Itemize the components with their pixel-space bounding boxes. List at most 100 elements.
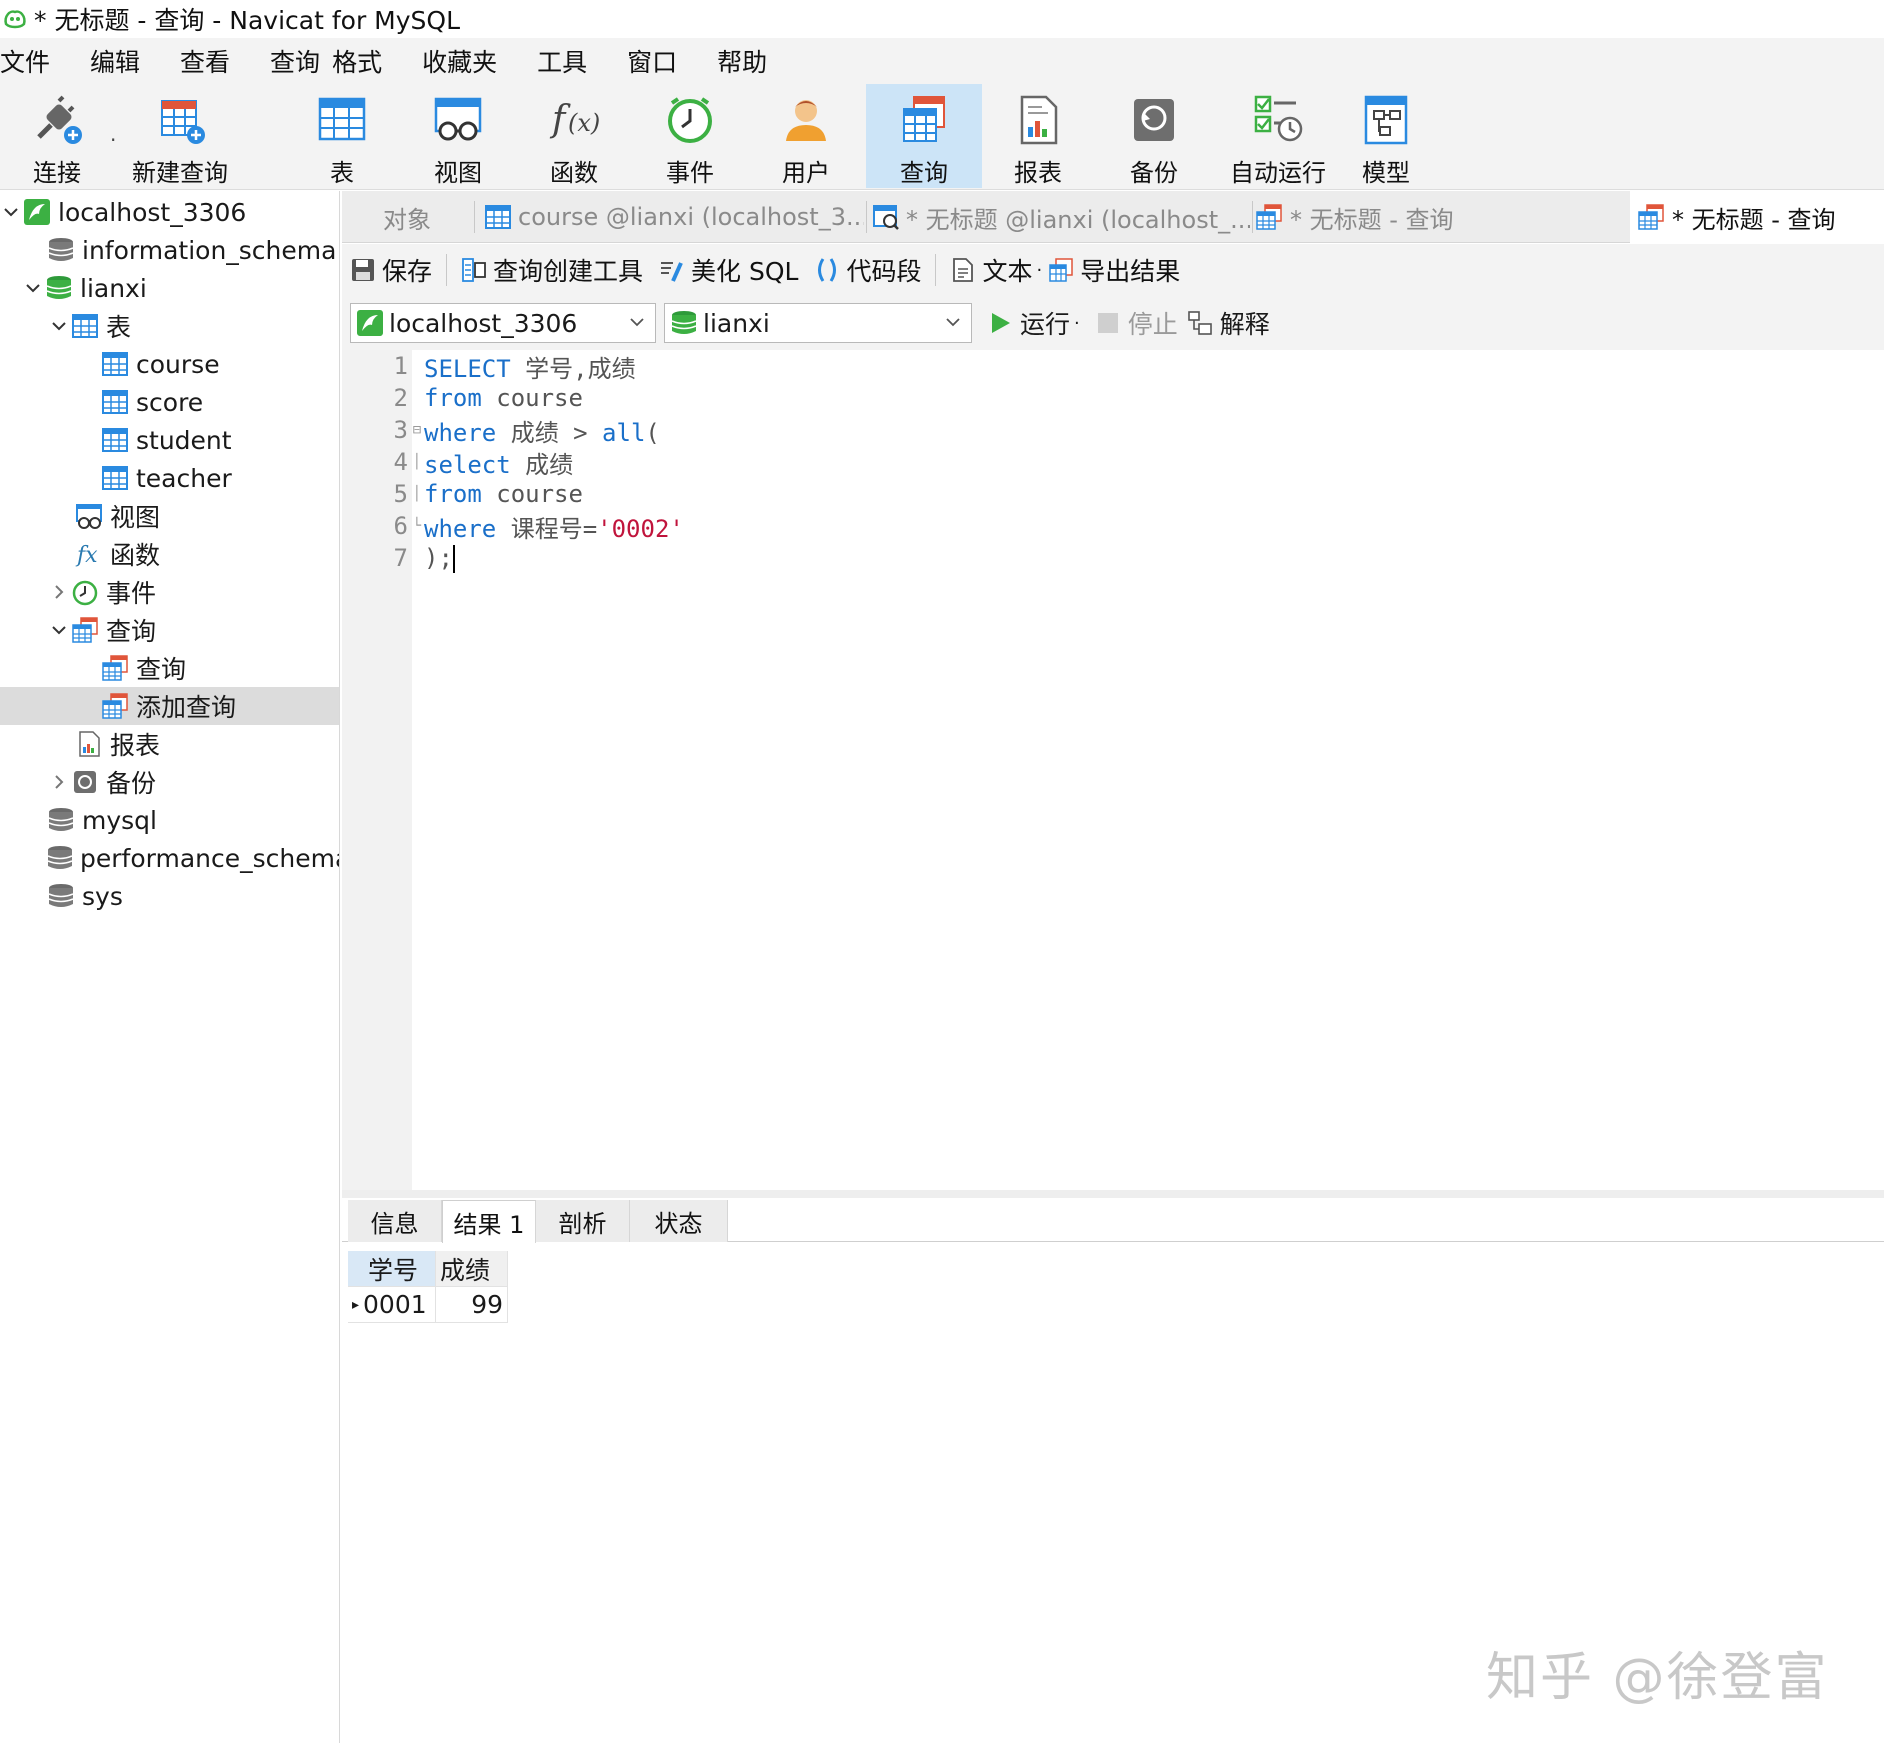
backup-label: 备份 xyxy=(1130,159,1178,187)
tab-result-1[interactable]: 结果 1 xyxy=(442,1200,536,1243)
tree-group-functions[interactable]: fx 函数 xyxy=(0,535,339,573)
sql-text: course xyxy=(481,480,583,508)
code-line[interactable]: 6 └ where 课程号='0002' xyxy=(342,510,1884,543)
new-query-button[interactable]: 新建查询 xyxy=(128,84,232,188)
tree-query-item[interactable]: 查询 xyxy=(0,649,339,687)
tree-group-reports[interactable]: 报表 xyxy=(0,725,339,763)
cell-score[interactable]: 99 xyxy=(436,1287,508,1323)
tree-db-information-schema[interactable]: information_schema xyxy=(0,231,339,269)
code-line[interactable]: 7 ); xyxy=(342,542,1884,574)
menu-window[interactable]: 窗口 xyxy=(627,43,695,79)
table-row[interactable]: ▸ 0001 xyxy=(348,1287,436,1323)
fold-collapse-icon[interactable]: ⊟ xyxy=(410,422,424,438)
table-button[interactable]: 表 xyxy=(296,84,388,188)
sql-editor[interactable]: 1 SELECT 学号,成绩 2 from course 3 ⊟ where 成绩… xyxy=(342,350,1884,1190)
report-button[interactable]: 报表 xyxy=(992,84,1084,188)
pane-splitter[interactable] xyxy=(342,1190,1884,1198)
function-button[interactable]: f (x) 函数 xyxy=(528,84,620,188)
code-line[interactable]: 4 │ select 成绩 xyxy=(342,446,1884,479)
tab-divider xyxy=(866,201,867,233)
sql-keyword: from xyxy=(424,480,482,508)
save-button[interactable]: 保存 xyxy=(348,252,432,288)
tree-query-add[interactable]: 添加查询 xyxy=(0,687,339,725)
column-header-student-id[interactable]: 学号 xyxy=(348,1251,436,1287)
tree-db-sys[interactable]: sys xyxy=(0,877,339,915)
chevron-down-icon[interactable] xyxy=(0,201,22,223)
tree-label: 报表 xyxy=(110,731,161,760)
event-button[interactable]: 事件 xyxy=(644,84,736,188)
tree-group-backups[interactable]: 备份 xyxy=(0,763,339,801)
tab-untitled-query-active[interactable]: * 无标题 - 查询 xyxy=(1630,191,1884,243)
explain-icon xyxy=(1186,309,1214,337)
tab-divider xyxy=(474,201,475,233)
tree-db-performance-schema[interactable]: performance_schema xyxy=(0,839,339,877)
chevron-down-icon[interactable] xyxy=(48,619,70,641)
dropdown-arrow-icon[interactable]: · xyxy=(1037,260,1043,281)
connect-button[interactable]: 连接 xyxy=(14,84,100,188)
tree-db-mysql[interactable]: mysql xyxy=(0,801,339,839)
model-button[interactable]: 模型 xyxy=(1340,84,1432,188)
tree-group-tables[interactable]: 表 xyxy=(0,307,339,345)
explain-label: 解释 xyxy=(1219,310,1270,339)
menu-format[interactable]: 格式 xyxy=(332,43,400,79)
autorun-button[interactable]: 自动运行 xyxy=(1220,84,1336,188)
tab-untitled-builder[interactable]: * 无标题 @lianxi (localhost_... xyxy=(872,191,1250,243)
run-button[interactable]: 运行 · xyxy=(986,305,1080,341)
query-icon xyxy=(70,615,100,645)
menu-tools[interactable]: 工具 xyxy=(537,43,605,79)
navigation-tree: localhost_3306 information_schema lianxi… xyxy=(0,191,340,1743)
text-mode-button[interactable]: 文本 · xyxy=(948,252,1042,288)
chevron-down-icon[interactable] xyxy=(48,315,70,337)
query-button[interactable]: 查询 xyxy=(866,84,982,188)
beautify-sql-button[interactable]: 美化 SQL xyxy=(657,252,798,288)
tree-label: 表 xyxy=(106,313,132,342)
tree-connection-localhost[interactable]: localhost_3306 xyxy=(0,193,339,231)
chevron-right-icon[interactable] xyxy=(48,581,70,603)
new-query-icon xyxy=(150,90,210,147)
menu-favorites[interactable]: 收藏夹 xyxy=(422,43,515,79)
stop-button[interactable]: 停止 xyxy=(1094,305,1178,341)
menu-help[interactable]: 帮助 xyxy=(717,43,785,79)
code-snippet-button[interactable]: 代码段 xyxy=(812,252,921,288)
connection-select[interactable]: localhost_3306 xyxy=(350,303,656,343)
database-select[interactable]: lianxi xyxy=(664,303,972,343)
menu-edit[interactable]: 编辑 xyxy=(90,43,158,79)
tree-db-lianxi[interactable]: lianxi xyxy=(0,269,339,307)
tab-untitled-query-1[interactable]: * 无标题 - 查询 xyxy=(1254,191,1544,243)
dropdown-arrow-icon[interactable]: · xyxy=(1074,313,1080,334)
menu-file[interactable]: 文件 xyxy=(0,43,68,79)
tab-course-table[interactable]: course @lianxi (localhost_3... xyxy=(484,191,864,243)
code-line[interactable]: 3 ⊟ where 成绩 > all( xyxy=(342,414,1884,447)
code-line[interactable]: 5 │ from course xyxy=(342,478,1884,510)
tree-table-teacher[interactable]: teacher xyxy=(0,459,339,497)
menu-view[interactable]: 查看 xyxy=(180,43,248,79)
query-builder-button[interactable]: 查询创建工具 xyxy=(459,252,643,288)
tab-objects[interactable]: 对象 xyxy=(342,191,472,243)
code-line[interactable]: 1 SELECT 学号,成绩 xyxy=(342,350,1884,383)
tree-group-events[interactable]: 事件 xyxy=(0,573,339,611)
text-label: 文本 xyxy=(982,257,1033,286)
tab-status[interactable]: 状态 xyxy=(630,1200,728,1242)
tree-table-score[interactable]: score xyxy=(0,383,339,421)
chevron-down-icon[interactable] xyxy=(22,277,44,299)
explain-button[interactable]: 解释 xyxy=(1186,305,1270,341)
view-button[interactable]: 视图 xyxy=(412,84,504,188)
sql-keyword: all xyxy=(602,418,646,447)
connect-dropdown-arrow-icon[interactable]: · xyxy=(110,128,116,152)
backup-button[interactable]: 备份 xyxy=(1108,84,1200,188)
tree-table-student[interactable]: student xyxy=(0,421,339,459)
sql-keyword: SELECT xyxy=(424,354,511,383)
tree-table-course[interactable]: course xyxy=(0,345,339,383)
menu-query[interactable]: 查询 xyxy=(270,43,326,79)
code-line[interactable]: 2 from course xyxy=(342,382,1884,414)
tab-info[interactable]: 信息 xyxy=(348,1200,442,1242)
tree-group-views[interactable]: 视图 xyxy=(0,497,339,535)
database-select-value: lianxi xyxy=(703,308,770,338)
tree-group-queries[interactable]: 查询 xyxy=(0,611,339,649)
tab-profile[interactable]: 剖析 xyxy=(536,1200,630,1242)
export-results-button[interactable]: 导出结果 xyxy=(1046,252,1180,288)
user-button[interactable]: 用户 xyxy=(760,84,852,188)
tree-label: teacher xyxy=(136,463,232,493)
chevron-right-icon[interactable] xyxy=(48,771,70,793)
column-header-score[interactable]: 成绩 xyxy=(436,1251,508,1287)
